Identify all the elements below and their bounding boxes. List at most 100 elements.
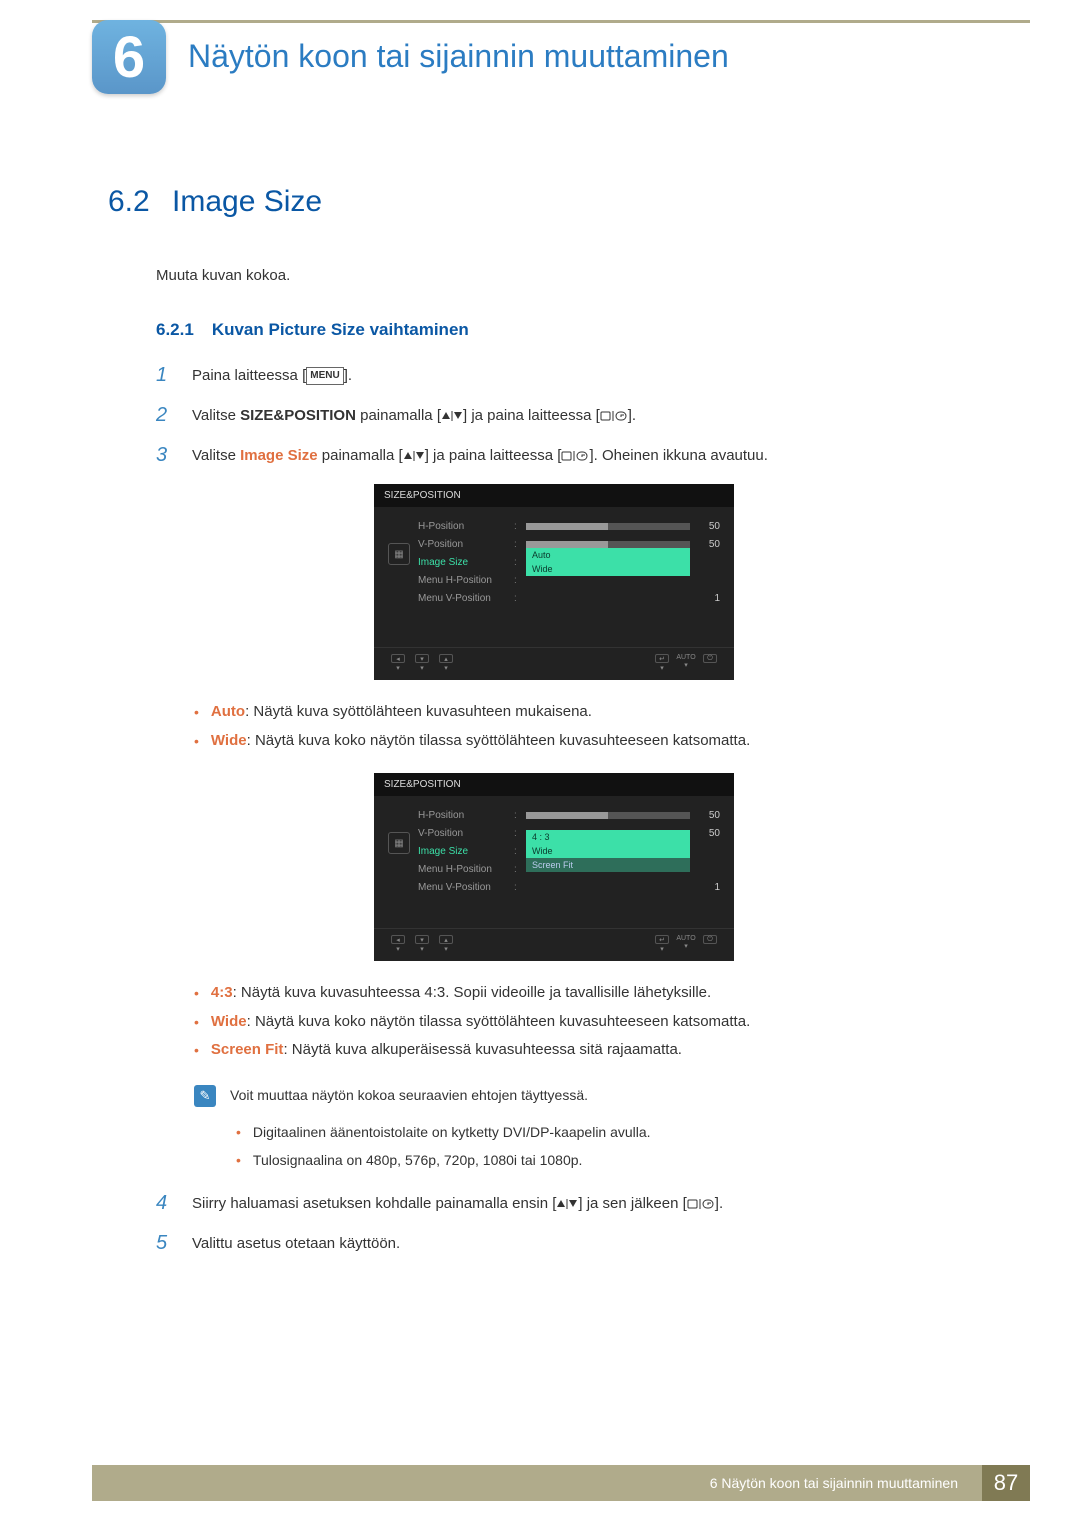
osd-option-selected: 4 : 3: [526, 830, 690, 844]
note-icon: ✎: [194, 1085, 216, 1107]
step-text: Valittu asetus otetaan käyttöön.: [192, 1232, 1000, 1256]
up-down-arrow-icon: [441, 410, 463, 422]
step-text: Siirry haluamasi asetuksen kohdalle pain…: [192, 1195, 556, 1212]
keyword-highlight: Wide: [211, 732, 247, 749]
section-number: 6.2: [108, 185, 172, 219]
osd-screenshot-1: SIZE&POSITION ▦ H-Position:50 V-Position…: [374, 484, 734, 680]
step-number: 1: [156, 364, 174, 387]
osd-value: 1: [696, 593, 720, 604]
step-1: 1 Paina laitteessa [MENU].: [156, 364, 1000, 388]
step-4: 4 Siirry haluamasi asetuksen kohdalle pa…: [156, 1192, 1000, 1216]
step-number: 4: [156, 1192, 174, 1215]
osd-value: 50: [696, 810, 720, 821]
note-sub-list: • Digitaalinen äänentoistolaite on kytket…: [236, 1118, 1000, 1174]
osd-label: V-Position: [418, 539, 508, 550]
keyword-highlight: 4:3: [211, 984, 233, 1001]
step-text: ]. Oheinen ikkuna avautuu.: [589, 447, 767, 464]
osd-label-active: Image Size: [418, 846, 508, 857]
osd-value: 50: [696, 521, 720, 532]
bullet-dot-icon: •: [194, 1008, 199, 1037]
page-number: 87: [982, 1465, 1030, 1501]
step-text: Valitse: [192, 407, 240, 424]
bullet-dot-icon: •: [194, 979, 199, 1008]
step-text: ] ja sen jälkeen [: [578, 1195, 686, 1212]
osd-label: Menu H-Position: [418, 575, 508, 586]
power-icon: ⏻: [703, 654, 717, 663]
osd-label-active: Image Size: [418, 557, 508, 568]
source-enter-icon: [687, 1198, 715, 1210]
source-enter-icon: [600, 410, 628, 422]
step-number: 3: [156, 444, 174, 467]
subsection-title: Kuvan Picture Size vaihtaminen: [212, 320, 469, 340]
intro-text: Muuta kuvan kokoa.: [156, 267, 1000, 284]
enter-icon: ↵: [655, 654, 669, 663]
bullet-dot-icon: •: [194, 727, 199, 756]
auto-label: AUTO: [676, 935, 695, 942]
note-item: Digitaalinen äänentoistolaite on kytkett…: [253, 1118, 651, 1146]
keyword-highlight: Screen Fit: [211, 1041, 284, 1058]
header-rule: [92, 20, 1030, 23]
up-arrow-icon: ▴: [439, 654, 453, 663]
left-arrow-icon: ◂: [391, 654, 405, 663]
power-icon: ⏻: [703, 935, 717, 944]
step-text: ].: [715, 1195, 723, 1212]
step-5: 5 Valittu asetus otetaan käyttöön.: [156, 1232, 1000, 1256]
note-block: ✎ Voit muuttaa näytön kokoa seuraavien e…: [194, 1083, 1000, 1108]
bullet-dot-icon: •: [194, 1036, 199, 1065]
osd-menu-icon: ▦: [388, 543, 410, 565]
osd-value: 50: [696, 828, 720, 839]
step-number: 2: [156, 404, 174, 427]
step-text: Valitse: [192, 447, 240, 464]
step-text: ].: [628, 407, 636, 424]
bullet-text: : Näytä kuva kuvasuhteessa 4:3. Sopii vi…: [233, 984, 712, 1001]
osd-option: Screen Fit: [526, 858, 690, 872]
osd-label: H-Position: [418, 810, 508, 821]
step-text: ] ja paina laitteessa [: [463, 407, 600, 424]
osd-label: Menu H-Position: [418, 864, 508, 875]
bullet-text: : Näytä kuva alkuperäisessä kuvasuhteess…: [283, 1041, 682, 1058]
enter-icon: ↵: [655, 935, 669, 944]
chapter-number-badge: 6: [92, 20, 166, 94]
osd-button-bar: ◂▾ ▾▾ ▴▾ ↵▾ AUTO▾ ⏻: [374, 928, 734, 953]
section-title: Image Size: [172, 185, 322, 219]
osd-button-bar: ◂▾ ▾▾ ▴▾ ↵▾ AUTO▾ ⏻: [374, 647, 734, 672]
step-text: ] ja paina laitteessa [: [425, 447, 562, 464]
step-text: ].: [344, 367, 352, 384]
bullet-list-1: •Auto: Näytä kuva syöttölähteen kuvasuht…: [194, 698, 1000, 755]
step-3: 3 Valitse Image Size painamalla [ ] ja pa…: [156, 444, 1000, 468]
keyword-highlight: Wide: [211, 1013, 247, 1030]
bullet-list-2: • 4:3: Näytä kuva kuvasuhteessa 4:3. Sopi…: [194, 979, 1000, 1065]
subsection-number: 6.2.1: [156, 320, 194, 340]
source-enter-icon: [561, 450, 589, 462]
keyword-highlight: Image Size: [240, 447, 318, 464]
bullet-dot-icon: •: [236, 1118, 241, 1146]
section-heading: 6.2 Image Size: [108, 185, 1000, 219]
bullet-text: : Näytä kuva koko näytön tilassa syöttöl…: [247, 1013, 751, 1030]
osd-option: Wide: [526, 562, 690, 576]
step-text: painamalla [: [356, 407, 441, 424]
step-text: painamalla [: [318, 447, 403, 464]
osd-menu-icon: ▦: [388, 832, 410, 854]
up-down-arrow-icon: [556, 1198, 578, 1210]
bullet-text: : Näytä kuva syöttölähteen kuvasuhteen m…: [245, 703, 592, 720]
down-arrow-icon: ▾: [415, 935, 429, 944]
note-text: Voit muuttaa näytön kokoa seuraavien eht…: [230, 1083, 1000, 1108]
osd-label: Menu V-Position: [418, 882, 508, 893]
osd-label: H-Position: [418, 521, 508, 532]
left-arrow-icon: ◂: [391, 935, 405, 944]
bullet-text: : Näytä kuva koko näytön tilassa syöttöl…: [247, 732, 751, 749]
step-2: 2 Valitse SIZE&POSITION painamalla [] ja…: [156, 404, 1000, 428]
osd-title: SIZE&POSITION: [374, 773, 734, 796]
subsection-heading: 6.2.1 Kuvan Picture Size vaihtaminen: [156, 320, 1000, 340]
chapter-title: Näytön koon tai sijainnin muuttaminen: [188, 38, 729, 75]
footer-chapter-label: 6 Näytön koon tai sijainnin muuttaminen: [710, 1475, 968, 1491]
osd-label: Menu V-Position: [418, 593, 508, 604]
page-footer: 6 Näytön koon tai sijainnin muuttaminen …: [92, 1465, 1030, 1501]
menu-button-label: MENU: [306, 367, 343, 385]
osd-screenshot-2: SIZE&POSITION ▦ H-Position:50 V-Position…: [374, 773, 734, 961]
osd-value: 1: [696, 882, 720, 893]
auto-label: AUTO: [676, 654, 695, 661]
down-arrow-icon: ▾: [415, 654, 429, 663]
step-text: Paina laitteessa [: [192, 367, 306, 384]
osd-label: V-Position: [418, 828, 508, 839]
